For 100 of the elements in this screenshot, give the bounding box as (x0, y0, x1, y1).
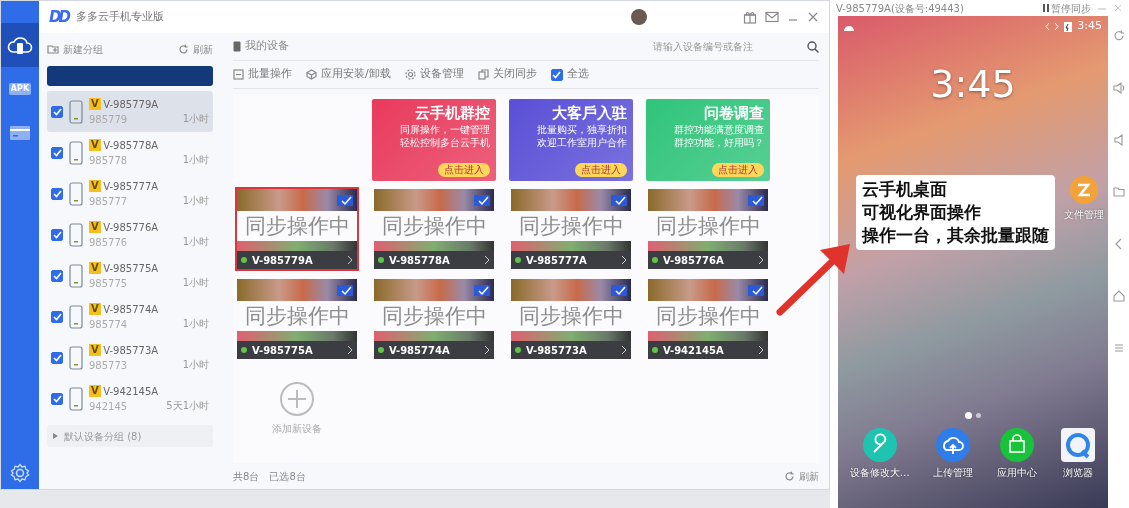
search-icon[interactable] (807, 40, 819, 53)
device-name: V-985775A (103, 261, 159, 276)
chevron-icon[interactable] (347, 345, 353, 355)
refresh-button[interactable]: 刷新 (784, 468, 819, 484)
device-row[interactable]: V V-985774A 985774 1小时 (47, 296, 213, 337)
banner-title: 云手机群控 (415, 103, 490, 123)
device-row[interactable]: V V-985773A 985773 1小时 (47, 337, 213, 378)
gift-icon[interactable] (743, 10, 757, 24)
enter-button[interactable]: 点击进入 (438, 163, 490, 177)
check-badge-icon (611, 284, 627, 296)
mail-icon[interactable] (765, 11, 779, 23)
settings-icon[interactable] (10, 463, 30, 483)
vip-badge: V (89, 303, 101, 315)
device-card[interactable]: 同步操作中 V-985776A (646, 187, 770, 271)
checkbox[interactable] (51, 310, 63, 323)
device-row[interactable]: V V-985778A 985778 1小时 (47, 132, 213, 173)
checkbox[interactable] (51, 269, 63, 282)
phone-icon (69, 263, 83, 288)
banner-text: 同屏操作，一键管理 (400, 123, 490, 136)
sync-status: 同步操作中 (517, 303, 625, 330)
device-card[interactable]: 同步操作中 V-985779A (235, 187, 359, 271)
toolbar-button[interactable]: 批量操作 (233, 66, 292, 83)
device-time: 1小时 (182, 153, 209, 167)
checkbox[interactable] (51, 392, 63, 405)
status-dot (652, 347, 658, 353)
enter-button[interactable]: 点击进入 (575, 163, 627, 177)
search-field[interactable]: 请输入设备编号或备注 (653, 39, 803, 54)
checkbox[interactable] (51, 105, 63, 118)
folder-icon[interactable] (1112, 186, 1125, 198)
banner-text: 欢迎工作室用户合作 (537, 136, 627, 149)
device-card[interactable]: 同步操作中 V-942145A (646, 277, 770, 361)
home-icon[interactable] (1112, 290, 1125, 302)
device-row[interactable]: V V-942145A 942145 5天1小时 (47, 378, 213, 419)
page-dot[interactable] (976, 413, 981, 418)
device-row[interactable]: V V-985776A 985776 1小时 (47, 214, 213, 255)
device-name: V-942145A (663, 343, 724, 358)
refresh-icon[interactable] (1112, 30, 1125, 42)
sync-status: 同步操作中 (654, 213, 762, 240)
chevron-icon[interactable] (347, 255, 353, 265)
enter-button[interactable]: 点击进入 (712, 163, 764, 177)
toolbar-button[interactable]: 应用安装/卸载 (306, 66, 391, 83)
device-name: V-985777A (103, 179, 159, 194)
checkbox[interactable] (51, 146, 63, 159)
chevron-icon[interactable] (621, 345, 627, 355)
app-shortcut[interactable]: 应用中心 (996, 427, 1037, 480)
volume-down-icon[interactable] (1112, 134, 1125, 146)
refresh-icon (178, 43, 189, 55)
promo-banner[interactable]: 问卷调查 群控功能满意度调查 群控功能，好用吗？ 点击进入 (646, 99, 770, 181)
device-name: V-985776A (663, 253, 724, 268)
check-badge-icon (337, 194, 353, 206)
device-id: 985779 (89, 112, 129, 127)
toolbar-button[interactable]: 关闭同步 (477, 66, 537, 83)
chevron-icon[interactable] (758, 345, 764, 355)
chevron-icon[interactable] (621, 255, 627, 265)
tab[interactable]: 我的设备 (233, 38, 289, 55)
status-time: 3:45 (1077, 17, 1102, 34)
check-badge-icon (337, 284, 353, 296)
device-card[interactable]: 同步操作中 V-985778A (372, 187, 496, 271)
device-card[interactable]: 同步操作中 V-985774A (372, 277, 496, 361)
gear-icon (404, 69, 416, 80)
toolbar-button[interactable]: 设备管理 (404, 66, 464, 83)
checkbox[interactable] (550, 68, 563, 81)
phone-icon (69, 304, 83, 329)
checkbox[interactable] (51, 228, 63, 241)
app-shortcut[interactable]: 上传管理 (933, 427, 974, 480)
device-card[interactable]: 同步操作中 V-985773A (509, 277, 633, 361)
close-icon[interactable] (807, 11, 819, 23)
sync-status: 同步操作中 (243, 303, 351, 330)
app-shortcut[interactable]: 浏览器 (1060, 427, 1097, 480)
chevron-icon[interactable] (484, 255, 490, 265)
promo-banner[interactable]: 云手机群控 同屏操作，一键管理 轻松控制多台云手机 点击进入 (372, 99, 496, 181)
device-row[interactable]: V V-985777A 985777 1小时 (47, 173, 213, 214)
chevron-icon[interactable] (484, 345, 490, 355)
app-shortcut[interactable]: 设备修改大… (849, 427, 910, 480)
device-id: 985778 (89, 153, 129, 168)
pause-sync-button[interactable]: 暂停同步 (1042, 0, 1091, 16)
group-row[interactable]: 默认设备分组 (8) (47, 425, 213, 447)
select-all-checkbox[interactable]: 全选 (550, 66, 589, 83)
avatar[interactable] (631, 9, 647, 25)
page-dot[interactable] (965, 412, 972, 419)
device-row[interactable]: V V-985775A 985775 1小时 (47, 255, 213, 296)
new-group-button[interactable]: 新建分组 (47, 41, 103, 57)
promo-banner[interactable]: 大客戶入驻 批量购买，独享折扣 欢迎工作室用户合作 点击进入 (509, 99, 633, 181)
device-row[interactable]: V V-985779A 985779 1小时 (47, 91, 213, 132)
device-card[interactable]: 同步操作中 V-985775A (235, 277, 359, 361)
sync-status: 同步操作中 (654, 303, 762, 330)
battery-icon (1064, 20, 1073, 32)
device-id: 985776 (89, 235, 129, 250)
device-id: 985773 (89, 358, 129, 373)
checkbox[interactable] (51, 351, 63, 364)
banner-text: 轻松控制多台云手机 (400, 136, 490, 149)
device-time: 1小时 (182, 112, 209, 126)
device-card[interactable]: 同步操作中 V-985777A (509, 187, 633, 271)
checkbox[interactable] (51, 187, 63, 200)
nav-item[interactable] (1, 23, 39, 67)
refresh-button[interactable]: 刷新 (178, 41, 213, 57)
device-name: V-985778A (103, 138, 159, 153)
volume-up-icon[interactable] (1112, 82, 1125, 94)
chevron-icon[interactable] (758, 255, 764, 265)
app-logo: DD (49, 6, 68, 28)
